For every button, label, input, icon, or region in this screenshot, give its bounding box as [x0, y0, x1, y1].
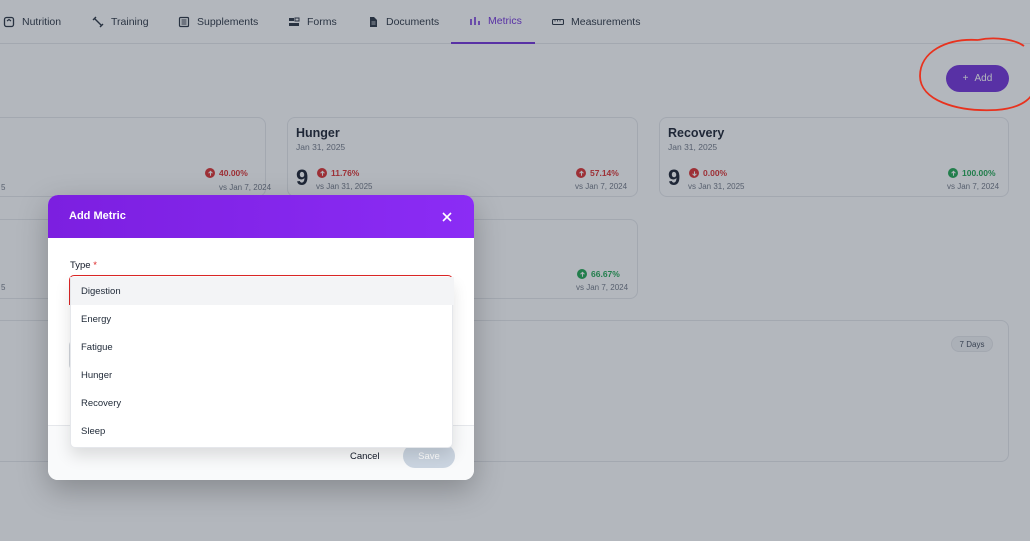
option-hunger[interactable]: Hunger — [71, 361, 454, 389]
option-digestion[interactable]: Digestion — [71, 277, 454, 305]
cancel-button[interactable]: Cancel — [350, 451, 380, 462]
option-sleep[interactable]: Sleep — [71, 417, 454, 445]
option-energy[interactable]: Energy — [71, 305, 454, 333]
type-label: Type * — [70, 260, 97, 271]
option-fatigue[interactable]: Fatigue — [71, 333, 454, 361]
close-icon[interactable] — [440, 210, 454, 224]
type-options-list: Digestion Energy Fatigue Hunger Recovery… — [70, 277, 454, 448]
required-mark: * — [93, 260, 97, 271]
dialog-title: Add Metric — [69, 210, 126, 222]
option-recovery[interactable]: Recovery — [71, 389, 454, 417]
